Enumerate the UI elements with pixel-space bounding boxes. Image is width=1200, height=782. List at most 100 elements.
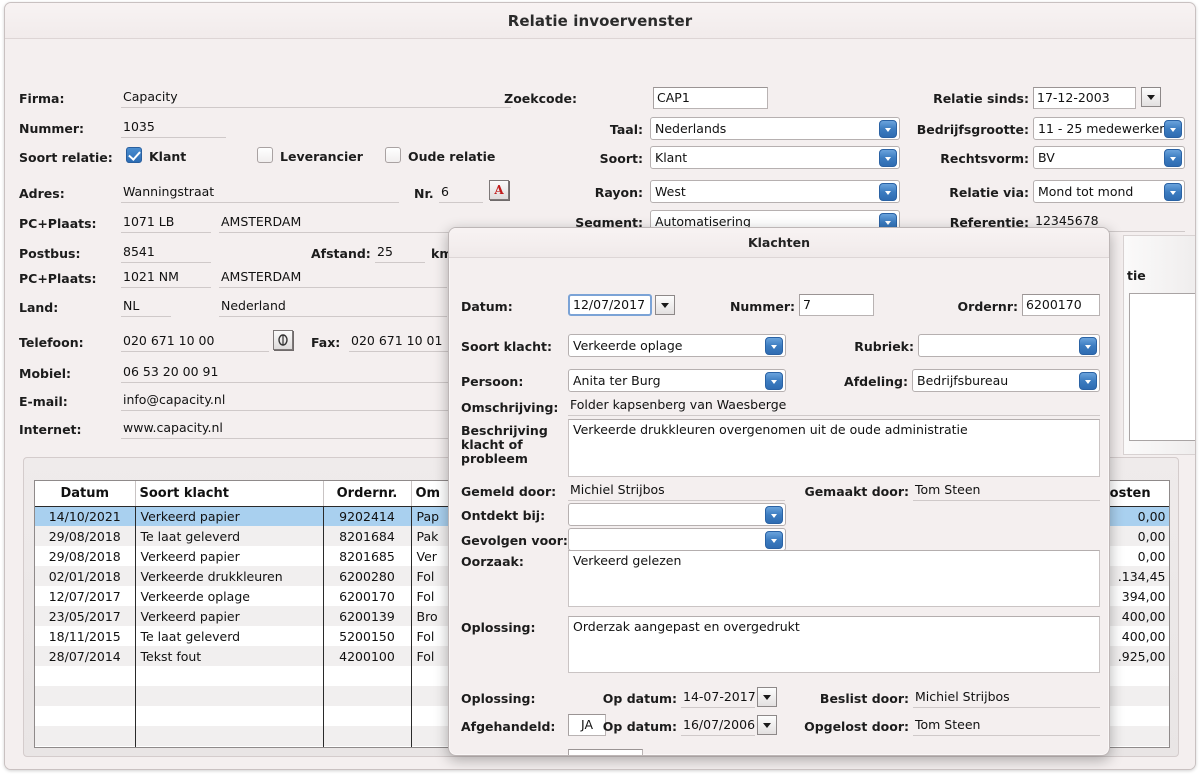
dlg-oorzaak-textarea[interactable]: Verkeerd gelezen (568, 550, 1100, 607)
dlg-persoon-value: Anita ter Burg (573, 373, 661, 388)
fax-label: Fax: (311, 335, 341, 350)
bedrijfsgrootte-value: 11 - 25 medewerkers (1038, 121, 1171, 136)
cell-soort-klacht: Verkeerde oplage (135, 586, 324, 606)
cell-ordernr: 5200150 (323, 626, 412, 646)
chevron-down-icon[interactable] (765, 506, 783, 524)
dlg-nummer-input[interactable]: 7 (799, 294, 874, 316)
dlg-beschrijving-textarea[interactable]: Verkeerde drukkleuren overgenomen uit de… (568, 419, 1100, 477)
mobiel-input[interactable]: 06 53 20 00 91 (121, 362, 451, 383)
klachten-dialog-titlebar: Klachten (449, 228, 1109, 258)
rayon-value: West (655, 184, 686, 199)
dlg-gevolgen-voor-combo[interactable] (568, 528, 786, 551)
dlg-omschrijving-input[interactable]: Folder kapsenberg van Waesberge (568, 395, 1100, 416)
checkbox-klant-label: Klant (149, 149, 187, 164)
chevron-down-icon[interactable] (765, 337, 783, 355)
chevron-down-icon[interactable] (765, 531, 783, 549)
soort-value: Klant (655, 150, 688, 165)
window-titlebar: Relatie invoervenster (5, 3, 1195, 39)
dlg-oplossing-textarea[interactable]: Orderzak aangepast en overgedrukt (568, 616, 1100, 673)
chevron-down-icon[interactable] (1164, 183, 1182, 201)
cell-soort-klacht: Tekst fout (135, 646, 324, 666)
cell-empty (323, 666, 412, 686)
cell-empty (35, 726, 136, 746)
dlg-beslist-door-input[interactable]: Michiel Strijbos (913, 687, 1100, 708)
dlg-persoon-combo[interactable]: Anita ter Burg (568, 369, 786, 392)
checkbox-leverancier[interactable] (257, 147, 273, 163)
dlg-op-datum2-input[interactable]: 16/07/2006 (681, 715, 755, 736)
bedrijfsgrootte-combo[interactable]: 11 - 25 medewerkers (1033, 117, 1185, 140)
zoekcode-label: Zoekcode: (504, 91, 577, 106)
dlg-ordernr-input[interactable]: 6200170 (1022, 294, 1100, 316)
dlg-datum-dropdown-button[interactable] (655, 295, 675, 315)
email-input[interactable]: info@capacity.nl (121, 390, 451, 411)
dlg-soort-klacht-label: Soort klacht: (461, 339, 552, 354)
cell-empty (135, 746, 324, 747)
soort-label: Soort: (599, 151, 643, 166)
relatie-sinds-label: Relatie sinds: (933, 91, 1029, 106)
dlg-rubriek-combo[interactable] (918, 334, 1100, 357)
cell-ordernr: 4200100 (323, 646, 412, 666)
column-header-ordernr[interactable]: Ordernr. (323, 481, 412, 507)
dlg-ontdekt-bij-combo[interactable] (568, 503, 786, 526)
behind-panel-listbox[interactable] (1129, 293, 1195, 441)
nummer-input[interactable]: 1035 (121, 117, 226, 138)
cell-ordernr: 8201684 (323, 526, 412, 546)
cell-datum: 12/07/2017 (35, 586, 136, 606)
checkbox-klant[interactable] (126, 147, 142, 163)
dlg-beslist-door-label: Beslist door: (819, 691, 909, 706)
afstand-label: Afstand: (311, 246, 371, 261)
relatie-via-combo[interactable]: Mond tot mond (1033, 180, 1185, 203)
nr-input[interactable]: 6 (439, 182, 483, 203)
dlg-gemeld-door-input[interactable]: Michiel Strijbos (568, 480, 785, 501)
firma-input[interactable]: Capacity (121, 87, 511, 108)
internet-input[interactable]: www.capacity.nl (121, 418, 451, 439)
rechtsvorm-combo[interactable]: BV (1033, 146, 1185, 169)
dlg-afdeling-combo[interactable]: Bedrijfsbureau (912, 369, 1100, 392)
dlg-soort-klacht-combo[interactable]: Verkeerde oplage (568, 334, 786, 357)
land-label: Land: (19, 300, 59, 315)
dlg-kosten-label: Kosten: (649, 754, 745, 755)
cell-empty (35, 746, 136, 747)
dlg-faal-order-input[interactable]: 3200038 (568, 749, 643, 755)
dlg-kosten-input[interactable]: 394,00 (751, 750, 839, 755)
checkbox-oude-relatie[interactable] (385, 147, 401, 163)
soort-relatie-label: Soort relatie: (19, 150, 113, 165)
land-naam-input[interactable]: Nederland (219, 296, 447, 317)
afstand-input[interactable]: 25 (375, 242, 425, 263)
postbus-input[interactable]: 8541 (121, 242, 211, 263)
rayon-combo[interactable]: West (650, 180, 900, 203)
adres-input[interactable]: Wanningstraat (121, 182, 399, 203)
cell-datum: 28/07/2014 (35, 646, 136, 666)
relatie-via-label: Relatie via: (949, 185, 1029, 200)
cell-empty (35, 706, 136, 726)
dlg-gemaakt-door-input[interactable]: Tom Steen (913, 480, 1100, 501)
zoekcode-input[interactable]: CAP1 (653, 87, 768, 109)
telefoon-input[interactable]: 020 671 10 00 (121, 331, 269, 352)
dlg-op-datum1-dropdown-button[interactable] (757, 687, 777, 707)
relatie-sinds-dropdown-button[interactable] (1141, 87, 1161, 107)
dlg-afgehandeld-label: Afgehandeld: (461, 719, 556, 734)
cell-datum: 29/08/2018 (35, 526, 136, 546)
dlg-opgelost-door-input[interactable]: Tom Steen (913, 715, 1100, 736)
relatie-sinds-input[interactable]: 17-12-2003 (1033, 87, 1136, 109)
chevron-down-icon[interactable] (1164, 120, 1182, 138)
dlg-op-datum2-dropdown-button[interactable] (757, 715, 777, 735)
chevron-down-icon[interactable] (765, 372, 783, 390)
dlg-datum-input[interactable]: 12/07/2017 (568, 294, 652, 316)
adres-label: Adres: (19, 186, 65, 201)
phone-dial-icon-button[interactable] (273, 330, 293, 350)
taal-combo[interactable]: Nederlands (650, 117, 900, 140)
dlg-oorzaak-label: Oorzaak: (461, 554, 524, 569)
column-header-soort-klacht[interactable]: Soort klacht (135, 481, 324, 507)
land-code-input[interactable]: NL (121, 296, 171, 317)
chevron-down-icon[interactable] (1164, 149, 1182, 167)
pcplaats2-postcode-input[interactable]: 1021 NM (121, 267, 211, 288)
pcplaats1-postcode-input[interactable]: 1071 LB (121, 212, 211, 233)
chevron-down-icon[interactable] (1079, 337, 1097, 355)
pcplaats2-stad-input[interactable]: AMSTERDAM (219, 267, 447, 288)
column-header-datum[interactable]: Datum (35, 481, 136, 507)
pcplaats2-label: PC+Plaats: (19, 271, 97, 286)
dlg-op-datum1-input[interactable]: 14-07-2017 (681, 687, 755, 708)
chevron-down-icon[interactable] (1079, 372, 1097, 390)
soort-combo[interactable]: Klant (650, 146, 900, 169)
